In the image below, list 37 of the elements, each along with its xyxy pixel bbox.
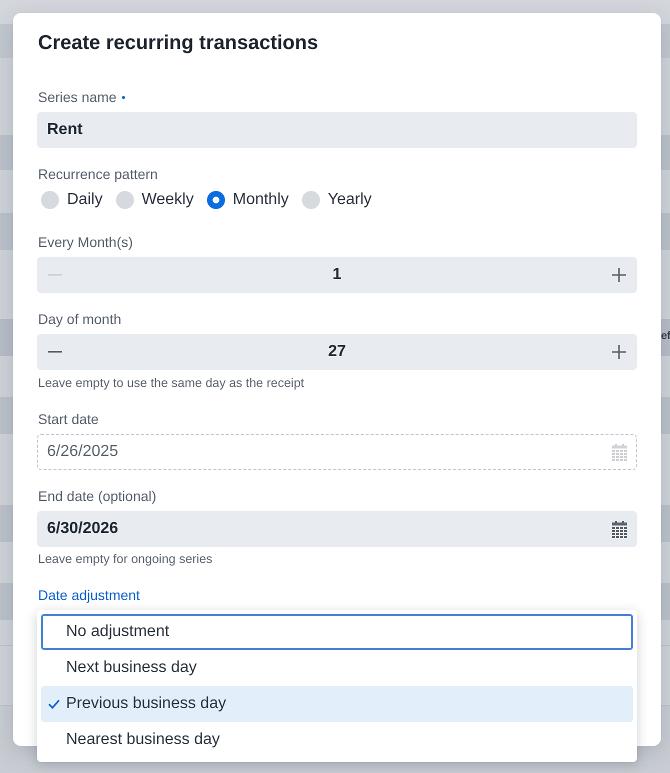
radio-button[interactable] xyxy=(41,191,59,209)
date-value: 6/30/2026 xyxy=(47,520,118,538)
date-value: 6/26/2025 xyxy=(47,443,118,461)
helper-text: Leave empty for ongoing series xyxy=(37,551,214,567)
text-field[interactable]: Rent xyxy=(37,112,637,148)
plus-icon xyxy=(612,268,626,282)
field-label: Day of month xyxy=(38,310,122,328)
radio-button[interactable] xyxy=(206,191,225,209)
calendar-icon xyxy=(612,444,627,460)
dropdown-option[interactable]: Nearest business day xyxy=(41,722,633,758)
field-label: Recurrence pattern xyxy=(38,165,158,183)
dropdown-option[interactable]: Next business day xyxy=(41,650,633,686)
field-label: Date adjustment xyxy=(38,586,140,604)
field-label: Series name xyxy=(38,88,117,106)
plus-icon xyxy=(612,345,626,359)
number-field[interactable]: 1 xyxy=(37,257,637,293)
calendar-icon xyxy=(612,520,627,538)
radio-label[interactable]: Monthly xyxy=(232,190,289,210)
radio-label[interactable]: Yearly xyxy=(328,190,372,210)
dropdown-option[interactable]: No adjustment xyxy=(41,614,633,650)
dialog-title: Create recurring transactions xyxy=(38,31,320,55)
background-table-text: ef xyxy=(661,329,670,343)
radio-label[interactable]: Daily xyxy=(67,190,103,210)
field-label: Start date xyxy=(38,410,99,428)
date-field[interactable]: 6/30/2026 xyxy=(37,511,637,547)
minus-icon xyxy=(48,351,62,353)
radio-button[interactable] xyxy=(302,191,320,209)
field-label: Every Month(s) xyxy=(38,233,133,251)
helper-text: Leave empty to use the same day as the receipt xyxy=(37,375,306,391)
radio-button[interactable] xyxy=(116,191,134,209)
field-label: End date (optional) xyxy=(38,487,156,505)
field-value: 27 xyxy=(328,343,346,361)
dropdown-option[interactable]: Previous business day xyxy=(41,686,633,722)
number-field[interactable]: 27 xyxy=(37,334,637,370)
field-value: 1 xyxy=(332,266,342,284)
check-icon xyxy=(48,699,60,709)
radio-label[interactable]: Weekly xyxy=(142,190,194,210)
